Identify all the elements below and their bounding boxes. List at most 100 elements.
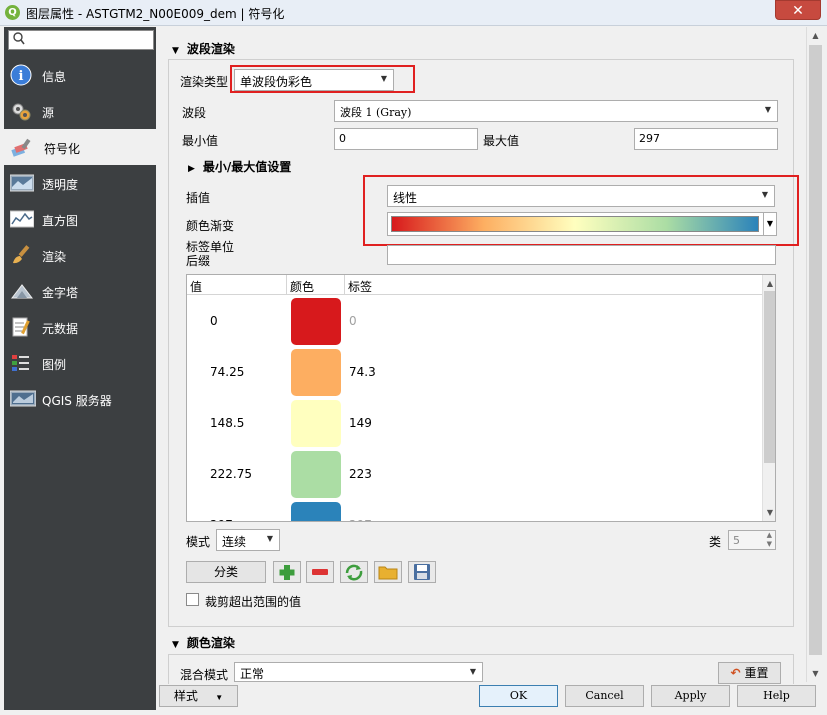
table-row[interactable]: 297 297: [187, 500, 762, 521]
cancel-button[interactable]: Cancel: [565, 685, 644, 707]
svg-text:i: i: [19, 69, 24, 84]
chevron-down-icon: ▼: [266, 534, 273, 543]
gears-icon: [10, 100, 32, 122]
row-label[interactable]: 297: [349, 518, 372, 521]
min-input[interactable]: 0: [334, 128, 478, 150]
main-scrollbar[interactable]: ▲ ▼: [806, 27, 823, 682]
blend-mode-combo[interactable]: 正常 ▼: [234, 662, 483, 682]
classes-spinbox[interactable]: 5 ▲ ▼: [728, 530, 776, 550]
table-body: 0 0 74.25 74.3 148.5 149 222.75 223 297 …: [187, 296, 762, 521]
close-button[interactable]: ✕: [775, 0, 821, 20]
reset-button[interactable]: ↶ 重置: [718, 662, 781, 684]
min-label: 最小值: [182, 134, 219, 148]
table-scroll-thumb[interactable]: [764, 291, 775, 463]
sidebar-item-legend[interactable]: 图例: [4, 345, 156, 381]
label-unit-input[interactable]: [387, 245, 776, 265]
invert-colors-button[interactable]: [340, 561, 368, 583]
min-value: 0: [339, 132, 346, 145]
clip-checkbox[interactable]: [186, 593, 199, 606]
export-file-button[interactable]: [408, 561, 436, 583]
sidebar-item-label: 符号化: [44, 142, 81, 156]
table-scrollbar[interactable]: ▲ ▼: [762, 275, 775, 521]
sidebar-item-label: 透明度: [42, 178, 79, 192]
table-row[interactable]: 0 0: [187, 296, 762, 347]
scroll-down-icon[interactable]: ▼: [763, 504, 775, 521]
row-label[interactable]: 74.3: [349, 365, 376, 379]
add-entry-button[interactable]: [273, 561, 301, 583]
mode-value: 连续: [222, 535, 247, 549]
classify-button[interactable]: 分类: [186, 561, 266, 583]
help-button[interactable]: Help: [737, 685, 816, 707]
load-file-button[interactable]: [374, 561, 402, 583]
render-type-value: 单波段伪彩色: [240, 75, 313, 89]
max-input[interactable]: 297: [634, 128, 778, 150]
ok-button[interactable]: OK: [479, 685, 558, 707]
sidebar-item-info[interactable]: i 信息: [4, 57, 156, 93]
render-type-label: 渲染类型: [180, 75, 229, 89]
row-value: 0: [210, 314, 218, 328]
render-type-combo[interactable]: 单波段伪彩色 ▼: [234, 69, 394, 91]
mode-combo[interactable]: 连续 ▼: [216, 529, 280, 551]
color-rendering-header[interactable]: ▼ 颜色渲染: [172, 634, 235, 651]
header-label[interactable]: 标签: [348, 278, 372, 295]
row-label[interactable]: 223: [349, 467, 372, 481]
blend-mode-value: 正常: [240, 667, 265, 681]
ramp-dropdown-arrow-icon[interactable]: ▼: [763, 213, 776, 235]
search-input[interactable]: [8, 30, 154, 50]
header-value[interactable]: 值: [190, 278, 202, 295]
spin-arrows-icon[interactable]: ▲ ▼: [767, 531, 772, 549]
sidebar-item-pyramids[interactable]: 金字塔: [4, 273, 156, 309]
classes-value: 5: [733, 534, 740, 547]
minmax-settings-toggle[interactable]: ▶ 最小/最大值设置: [188, 158, 291, 175]
minmax-settings-label: 最小/最大值设置: [202, 160, 292, 174]
row-value: 222.75: [210, 467, 252, 481]
band-rendering-header[interactable]: ▼ 波段渲染: [172, 40, 235, 57]
row-value: 297: [210, 518, 233, 521]
info-icon: i: [10, 64, 32, 86]
color-ramp-button[interactable]: ▼: [387, 212, 777, 236]
blend-mode-label: 混合模式: [180, 668, 229, 682]
metadata-icon: [10, 316, 32, 338]
header-color[interactable]: 颜色: [290, 278, 314, 295]
save-icon: [414, 564, 430, 580]
sidebar-item-histogram[interactable]: 直方图: [4, 201, 156, 237]
sidebar-item-qgis-server[interactable]: QGIS 服务器: [4, 381, 156, 417]
color-swatch[interactable]: [291, 349, 341, 396]
sidebar-item-transparency[interactable]: 透明度: [4, 165, 156, 201]
table-row[interactable]: 148.5 149: [187, 398, 762, 449]
remove-entry-button[interactable]: [306, 561, 334, 583]
sidebar-item-source[interactable]: 源: [4, 93, 156, 129]
band-combo[interactable]: 波段 1 (Gray) ▼: [334, 100, 778, 122]
qgis-logo-icon: Q: [5, 5, 20, 20]
interpolation-value: 线性: [393, 191, 418, 205]
table-row[interactable]: 74.25 74.3: [187, 347, 762, 398]
minus-icon: [312, 569, 328, 575]
table-row[interactable]: 222.75 223: [187, 449, 762, 500]
window-title: 图层属性 - ASTGTM2_N00E009_dem | 符号化: [26, 7, 285, 21]
color-swatch[interactable]: [291, 298, 341, 345]
row-label[interactable]: 149: [349, 416, 372, 430]
interpolation-label: 插值: [186, 191, 211, 205]
render-brush-icon: [10, 244, 32, 266]
row-label[interactable]: 0: [349, 314, 357, 328]
style-menu-button[interactable]: 样式 ▼: [159, 685, 238, 707]
color-table: 值 颜色 标签 0 0 74.25 74.3 148.5 149 222.75 …: [186, 274, 776, 522]
scroll-up-icon[interactable]: ▲: [807, 27, 824, 44]
scroll-down-icon[interactable]: ▼: [807, 665, 824, 682]
sidebar-item-metadata[interactable]: 元数据: [4, 309, 156, 345]
header-divider: [344, 275, 345, 295]
interpolation-combo[interactable]: 线性 ▼: [387, 185, 775, 207]
color-swatch[interactable]: [291, 502, 341, 521]
scroll-up-icon[interactable]: ▲: [763, 275, 775, 292]
scroll-thumb[interactable]: [809, 45, 822, 655]
color-swatch[interactable]: [291, 400, 341, 447]
search-icon: [13, 32, 25, 48]
sidebar-item-rendering[interactable]: 渲染: [4, 237, 156, 273]
chevron-down-icon: ▼: [469, 667, 476, 676]
color-swatch[interactable]: [291, 451, 341, 498]
apply-button[interactable]: Apply: [651, 685, 730, 707]
sidebar-item-label: 图例: [42, 358, 67, 372]
sidebar-item-symbology[interactable]: 符号化: [4, 129, 156, 165]
section-title: 颜色渲染: [186, 636, 235, 650]
max-label: 最大值: [483, 134, 520, 148]
